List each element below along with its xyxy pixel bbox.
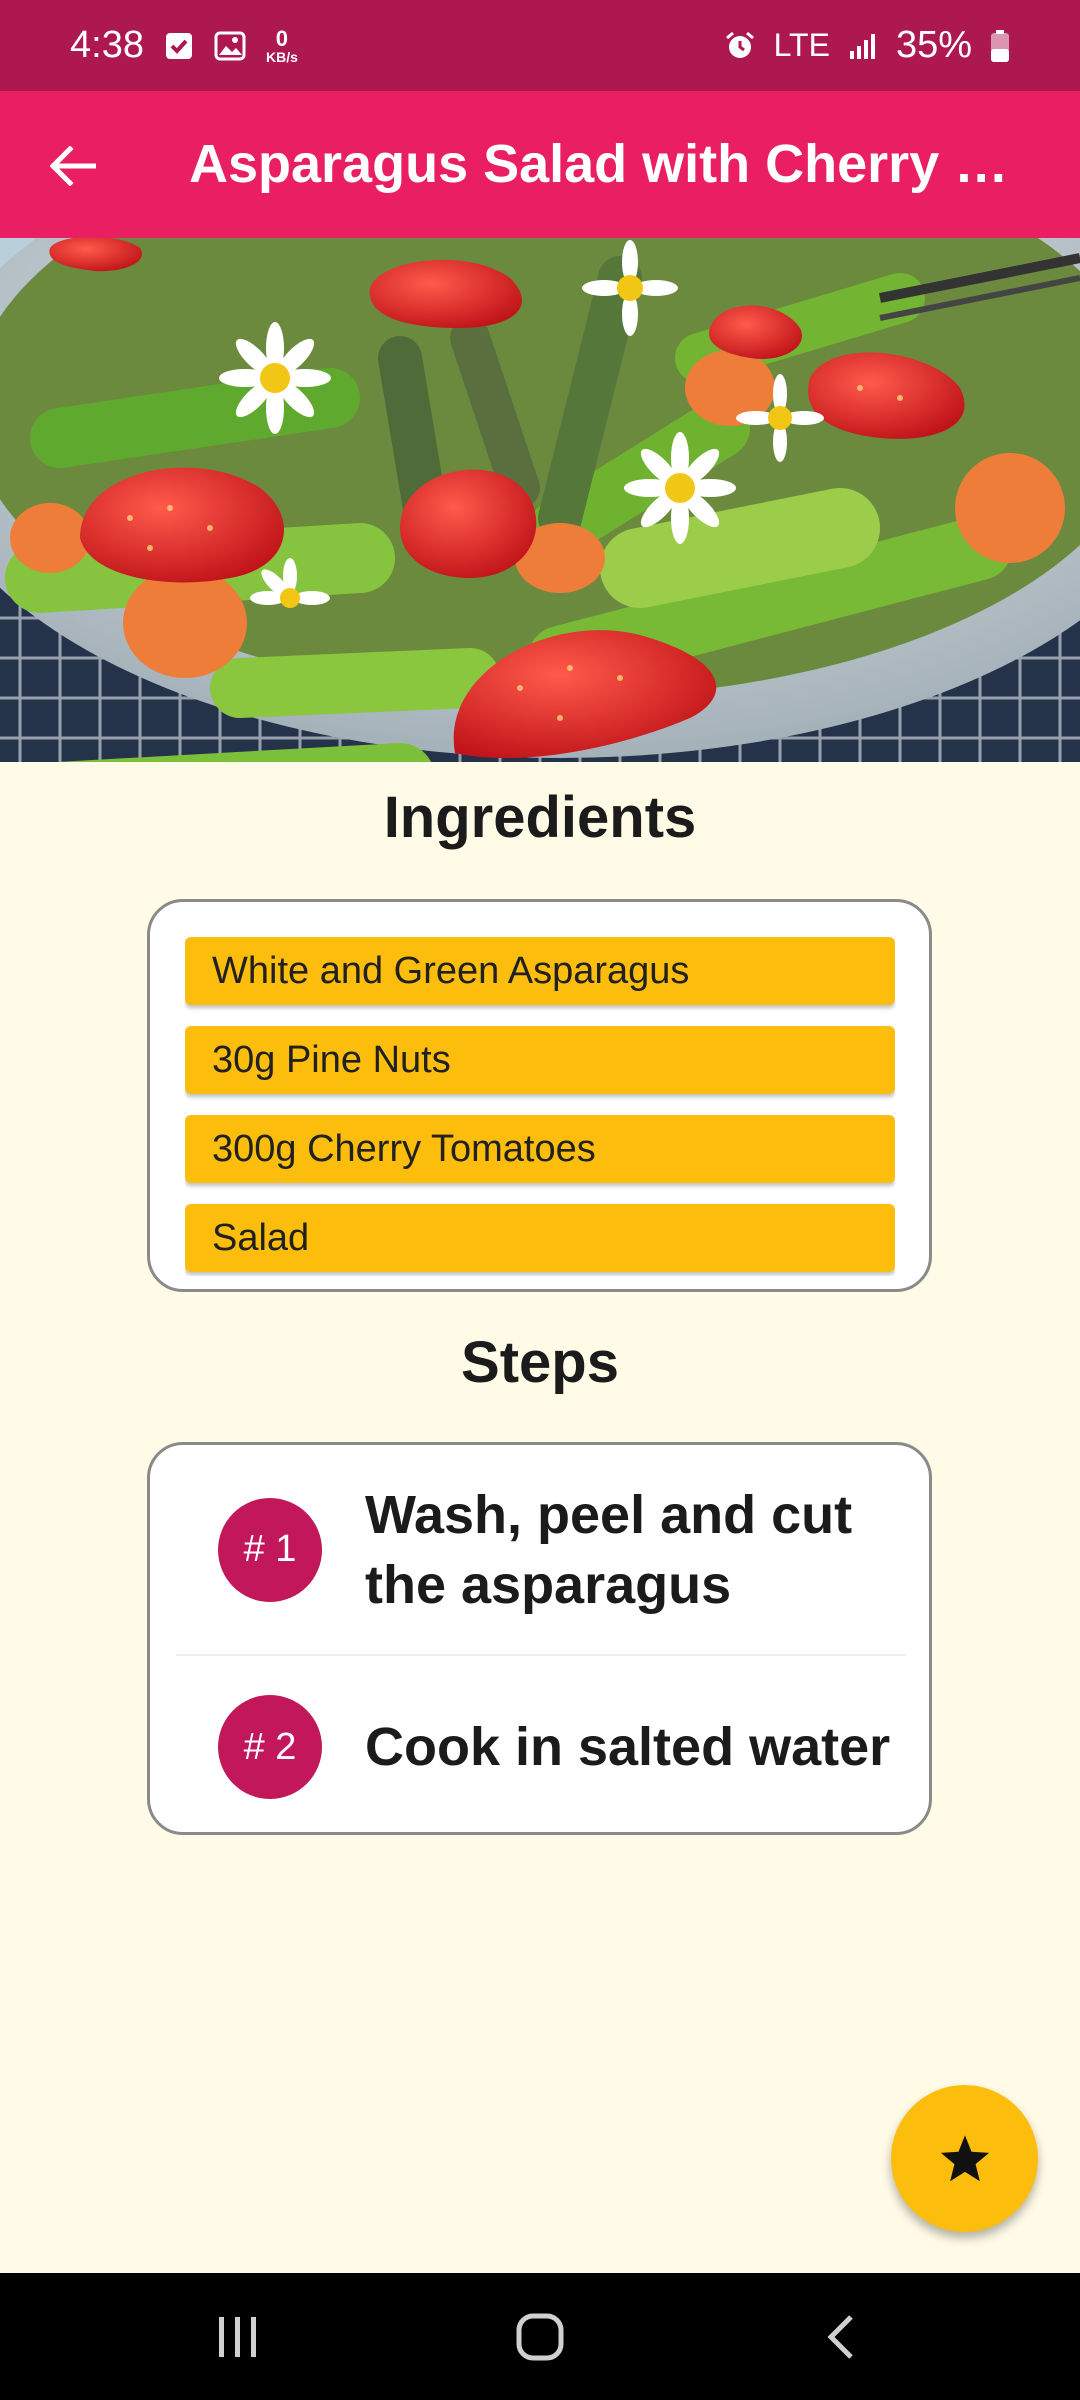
recents-button[interactable] [178,2273,298,2400]
step-number-badge: # 1 [218,1497,322,1602]
step-text: Wash, peel and cut the asparagus [365,1484,853,1615]
status-time: 4:38 [70,24,144,66]
checkbox-icon [164,31,194,61]
home-button[interactable] [480,2273,600,2400]
ingredient-item[interactable]: 30g Pine Nuts [185,1026,895,1094]
battery-percent: 35% [895,24,972,66]
signal-icon [848,31,878,61]
ingredients-list[interactable]: White and Green Asparagus 30g Pine Nuts … [185,937,895,1276]
back-button[interactable] [40,133,106,199]
data-rate-value: 0 [275,25,289,51]
arrow-left-icon [50,146,96,186]
battery-icon [990,29,1010,63]
steps-card: # 1 Wash, peel and cut the asparagus # 2… [147,1442,932,1835]
ingredient-item[interactable]: 300g Cherry Tomatoes [185,1115,895,1183]
ingredient-item[interactable]: Salad [185,1204,895,1272]
ingredient-item[interactable]: White and Green Asparagus [185,937,895,1005]
system-nav-bar [0,2273,1080,2400]
data-rate-unit: KB/s [265,48,298,65]
home-icon [516,2313,564,2360]
recipe-image [0,238,1080,762]
steps-heading: Steps [461,1330,619,1395]
back-nav-icon [827,2314,853,2359]
step-text: Cook in salted water [365,1717,891,1777]
recents-icon [219,2316,256,2357]
app-bar: Asparagus Salad with Cherry Tomatoes [0,91,1080,238]
favorite-button[interactable] [891,2085,1038,2232]
star-icon [940,2134,989,2181]
network-type: LTE [773,27,830,63]
back-nav-button[interactable] [781,2273,901,2400]
step-item[interactable]: # 1 Wash, peel and cut the asparagus [150,1445,929,1654]
data-rate: 0 KB/s [265,25,298,65]
status-bar: 4:38 0 KB/s LTE 35% [0,0,1080,91]
ingredients-heading: Ingredients [383,785,697,850]
step-number-badge: # 2 [218,1695,322,1799]
alarm-icon [724,30,756,62]
ingredients-card: White and Green Asparagus 30g Pine Nuts … [147,899,932,1292]
page-title: Asparagus Salad with Cherry Tomatoes [189,134,1009,194]
image-icon [214,31,246,61]
step-item[interactable]: # 2 Cook in salted water [150,1656,929,1832]
